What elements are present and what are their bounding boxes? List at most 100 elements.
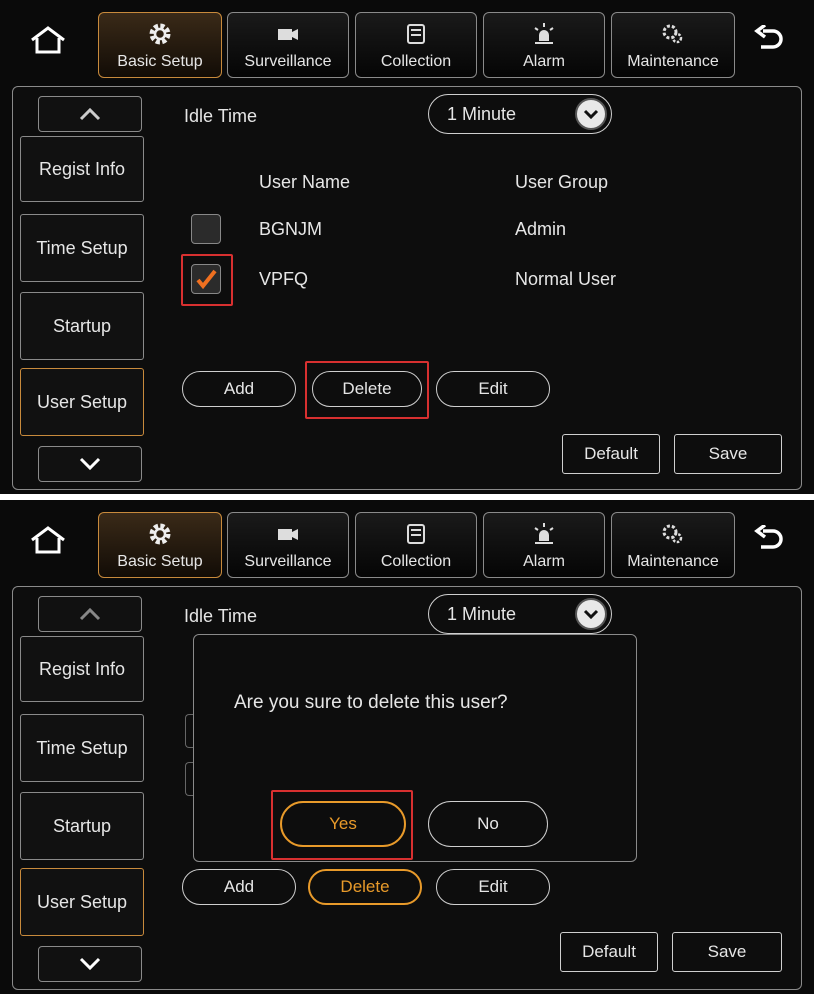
- header-user-group: User Group: [515, 172, 609, 192]
- camera-icon: [278, 529, 298, 540]
- tab-maintenance[interactable]: Maintenance: [611, 12, 735, 78]
- delete-label: Delete: [340, 877, 390, 896]
- sidebar-item-label: Time Setup: [36, 237, 128, 258]
- tab-label: Maintenance: [627, 553, 719, 570]
- chevron-down-icon: [79, 957, 101, 971]
- sidebar-scroll-up[interactable]: [38, 96, 142, 132]
- chevron-down-icon: [575, 598, 607, 630]
- home-button[interactable]: [18, 510, 78, 570]
- home-icon: [31, 26, 65, 54]
- tab-label: Collection: [380, 53, 452, 70]
- screen-user-list: Basic Setup Surveillance Collection Alar…: [0, 0, 814, 494]
- sidebar-item-regist-info[interactable]: Regist Info: [20, 136, 144, 202]
- gear-icon: [149, 523, 171, 545]
- tab-collection[interactable]: Collection: [355, 512, 477, 578]
- back-button[interactable]: [740, 10, 800, 70]
- default-button[interactable]: Default: [562, 434, 660, 474]
- save-button[interactable]: Save: [672, 932, 782, 972]
- sidebar-scroll-down[interactable]: [38, 446, 142, 482]
- tab-label: Alarm: [523, 553, 565, 570]
- tab-label: Collection: [380, 553, 452, 570]
- tab-maintenance[interactable]: Maintenance: [611, 512, 735, 578]
- sidebar-item-user-setup[interactable]: User Setup: [20, 368, 144, 436]
- tab-surveillance[interactable]: Surveillance: [227, 512, 349, 578]
- sidebar-item-startup[interactable]: Startup: [20, 292, 144, 360]
- no-button[interactable]: No: [428, 801, 548, 847]
- home-icon: [31, 526, 65, 554]
- folder-icon: [407, 524, 425, 544]
- edit-label: Edit: [478, 877, 508, 896]
- edit-button[interactable]: Edit: [436, 371, 550, 407]
- add-button[interactable]: Add: [182, 371, 296, 407]
- tab-alarm[interactable]: Alarm: [483, 512, 605, 578]
- alarm-light-icon: [534, 523, 554, 544]
- delete-button[interactable]: Delete: [308, 869, 422, 905]
- add-label: Add: [223, 379, 255, 398]
- tab-basic-setup[interactable]: Basic Setup: [98, 512, 222, 578]
- idle-time-label: Idle Time: [184, 606, 258, 626]
- sidebar-item-regist-info[interactable]: Regist Info: [20, 636, 144, 702]
- user-group-cell: Normal User: [515, 269, 617, 289]
- default-label: Default: [584, 444, 638, 463]
- back-arrow-icon: [754, 25, 783, 49]
- alarm-light-icon: [534, 23, 554, 44]
- tab-alarm[interactable]: Alarm: [483, 12, 605, 78]
- sidebar-item-label: User Setup: [36, 891, 128, 912]
- tab-label: Basic Setup: [117, 553, 203, 570]
- sidebar-item-startup[interactable]: Startup: [20, 792, 144, 860]
- sidebar-item-user-setup[interactable]: User Setup: [20, 868, 144, 936]
- gears-icon: [662, 524, 683, 544]
- edit-button[interactable]: Edit: [436, 869, 550, 905]
- add-button[interactable]: Add: [182, 869, 296, 905]
- sidebar-item-time-setup[interactable]: Time Setup: [20, 214, 144, 282]
- tab-label: Surveillance: [244, 53, 332, 70]
- back-button[interactable]: [740, 510, 800, 570]
- sidebar-item-label: Regist Info: [38, 658, 126, 679]
- highlight-box: [305, 361, 429, 419]
- idle-time-value: 1 Minute: [447, 604, 517, 624]
- user-name-cell: VPFQ: [259, 269, 309, 289]
- tab-collection[interactable]: Collection: [355, 12, 477, 78]
- idle-time-select[interactable]: 1 Minute: [428, 94, 612, 134]
- tab-surveillance[interactable]: Surveillance: [227, 12, 349, 78]
- sidebar-item-time-setup[interactable]: Time Setup: [20, 714, 144, 782]
- idle-time-select[interactable]: 1 Minute: [428, 594, 612, 634]
- tab-label: Basic Setup: [117, 53, 203, 70]
- idle-time-label: Idle Time: [184, 106, 258, 126]
- sidebar-scroll-down[interactable]: [38, 946, 142, 982]
- sidebar-item-label: Startup: [52, 815, 112, 836]
- user-group-cell: Admin: [515, 219, 567, 239]
- sidebar-item-label: User Setup: [36, 391, 128, 412]
- chevron-up-icon: [79, 607, 101, 621]
- idle-time-value: 1 Minute: [447, 104, 517, 124]
- header-user-name: User Name: [259, 172, 351, 192]
- default-label: Default: [582, 942, 636, 961]
- highlight-box: [181, 254, 233, 306]
- tab-label: Surveillance: [244, 553, 332, 570]
- chevron-up-icon: [79, 107, 101, 121]
- save-button[interactable]: Save: [674, 434, 782, 474]
- gears-icon: [662, 24, 683, 44]
- confirm-delete-dialog: Are you sure to delete this user? Yes No: [193, 634, 637, 862]
- chevron-down-icon: [575, 98, 607, 130]
- tab-basic-setup[interactable]: Basic Setup: [98, 12, 222, 78]
- save-label: Save: [707, 942, 747, 961]
- back-arrow-icon: [754, 525, 783, 549]
- tab-label: Alarm: [523, 53, 565, 70]
- save-label: Save: [708, 444, 748, 463]
- chevron-down-icon: [79, 457, 101, 471]
- sidebar-scroll-up[interactable]: [38, 596, 142, 632]
- home-button[interactable]: [18, 10, 78, 70]
- edit-label: Edit: [478, 379, 508, 398]
- dialog-message: Are you sure to delete this user?: [234, 692, 508, 713]
- highlight-box: [271, 790, 413, 860]
- user-name-cell: BGNJM: [259, 219, 322, 239]
- default-button[interactable]: Default: [560, 932, 658, 972]
- row-checkbox-bgnjm[interactable]: [191, 214, 221, 244]
- tab-label: Maintenance: [627, 53, 719, 70]
- camera-icon: [278, 29, 298, 40]
- sidebar-item-label: Startup: [52, 315, 112, 336]
- folder-icon: [407, 24, 425, 44]
- no-label: No: [477, 814, 499, 833]
- gear-icon: [149, 23, 171, 45]
